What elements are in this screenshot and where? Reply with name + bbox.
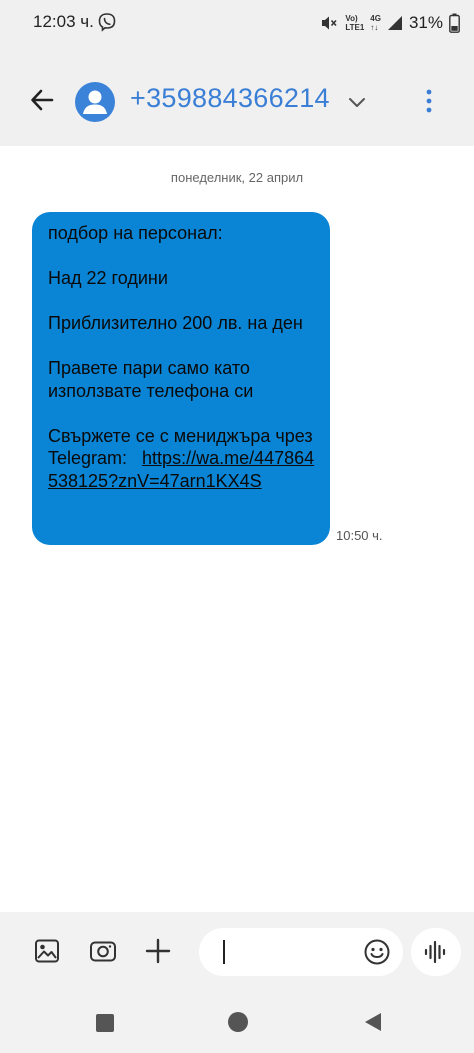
network-label: Vo) LTE1 — [345, 14, 365, 32]
compose-bar — [0, 912, 474, 992]
chevron-down-icon[interactable] — [347, 96, 367, 110]
message-line: Приблизително 200 лв. на ден — [48, 313, 303, 333]
more-vert-icon — [426, 89, 432, 113]
battery-percent: 31% — [408, 13, 443, 32]
nav-back-icon[interactable] — [362, 1011, 384, 1033]
message-line: Над 22 години — [48, 268, 168, 288]
voice-icon — [424, 940, 446, 964]
message-bubble[interactable]: подбор на персонал: Над 22 години Прибли… — [32, 212, 330, 545]
message-line: подбор на персонал: — [48, 223, 223, 243]
gallery-button[interactable] — [32, 936, 62, 966]
navigation-bar — [0, 992, 474, 1053]
back-arrow-icon — [31, 89, 54, 111]
message-input-container[interactable] — [199, 928, 403, 976]
emoji-icon[interactable] — [363, 938, 391, 966]
gallery-icon — [35, 939, 59, 963]
home-button[interactable] — [228, 1012, 248, 1032]
conversation-area[interactable]: понеделник, 22 април подбор на персонал:… — [0, 146, 474, 912]
back-button[interactable] — [26, 84, 58, 116]
status-time: 12:03 ч. — [33, 12, 94, 31]
mute-icon — [322, 16, 337, 30]
status-indicators: Vo) LTE1 4G ↑↓ 31% — [319, 10, 460, 36]
signal-type: 4G ↑↓ — [370, 14, 381, 32]
contact-title[interactable]: +359884366214 — [130, 83, 330, 114]
attach-button[interactable] — [143, 936, 173, 966]
message-input[interactable] — [219, 938, 359, 966]
plus-icon — [145, 938, 171, 964]
voice-record-button[interactable] — [411, 928, 461, 976]
viber-icon — [98, 13, 116, 32]
status-bar: 12:03 ч. Vo) LTE1 4G ↑↓ 31% — [0, 0, 474, 46]
message-timestamp: 10:50 ч. — [336, 528, 383, 543]
signal-icon — [387, 16, 402, 30]
more-options-button[interactable] — [416, 86, 442, 116]
battery-icon — [449, 13, 460, 33]
person-icon — [83, 90, 107, 114]
recents-button[interactable] — [96, 1014, 114, 1032]
app-bar: +359884366214 — [0, 46, 474, 146]
camera-icon — [90, 941, 116, 962]
message-line: Свържете се с мениджъра чрез Telegram: h… — [48, 425, 316, 493]
message-line: Правете пари само като използвате телефо… — [48, 358, 254, 401]
date-divider: понеделник, 22 април — [170, 170, 304, 185]
avatar[interactable] — [75, 82, 115, 122]
text-caret — [223, 940, 225, 964]
camera-button[interactable] — [88, 936, 118, 966]
